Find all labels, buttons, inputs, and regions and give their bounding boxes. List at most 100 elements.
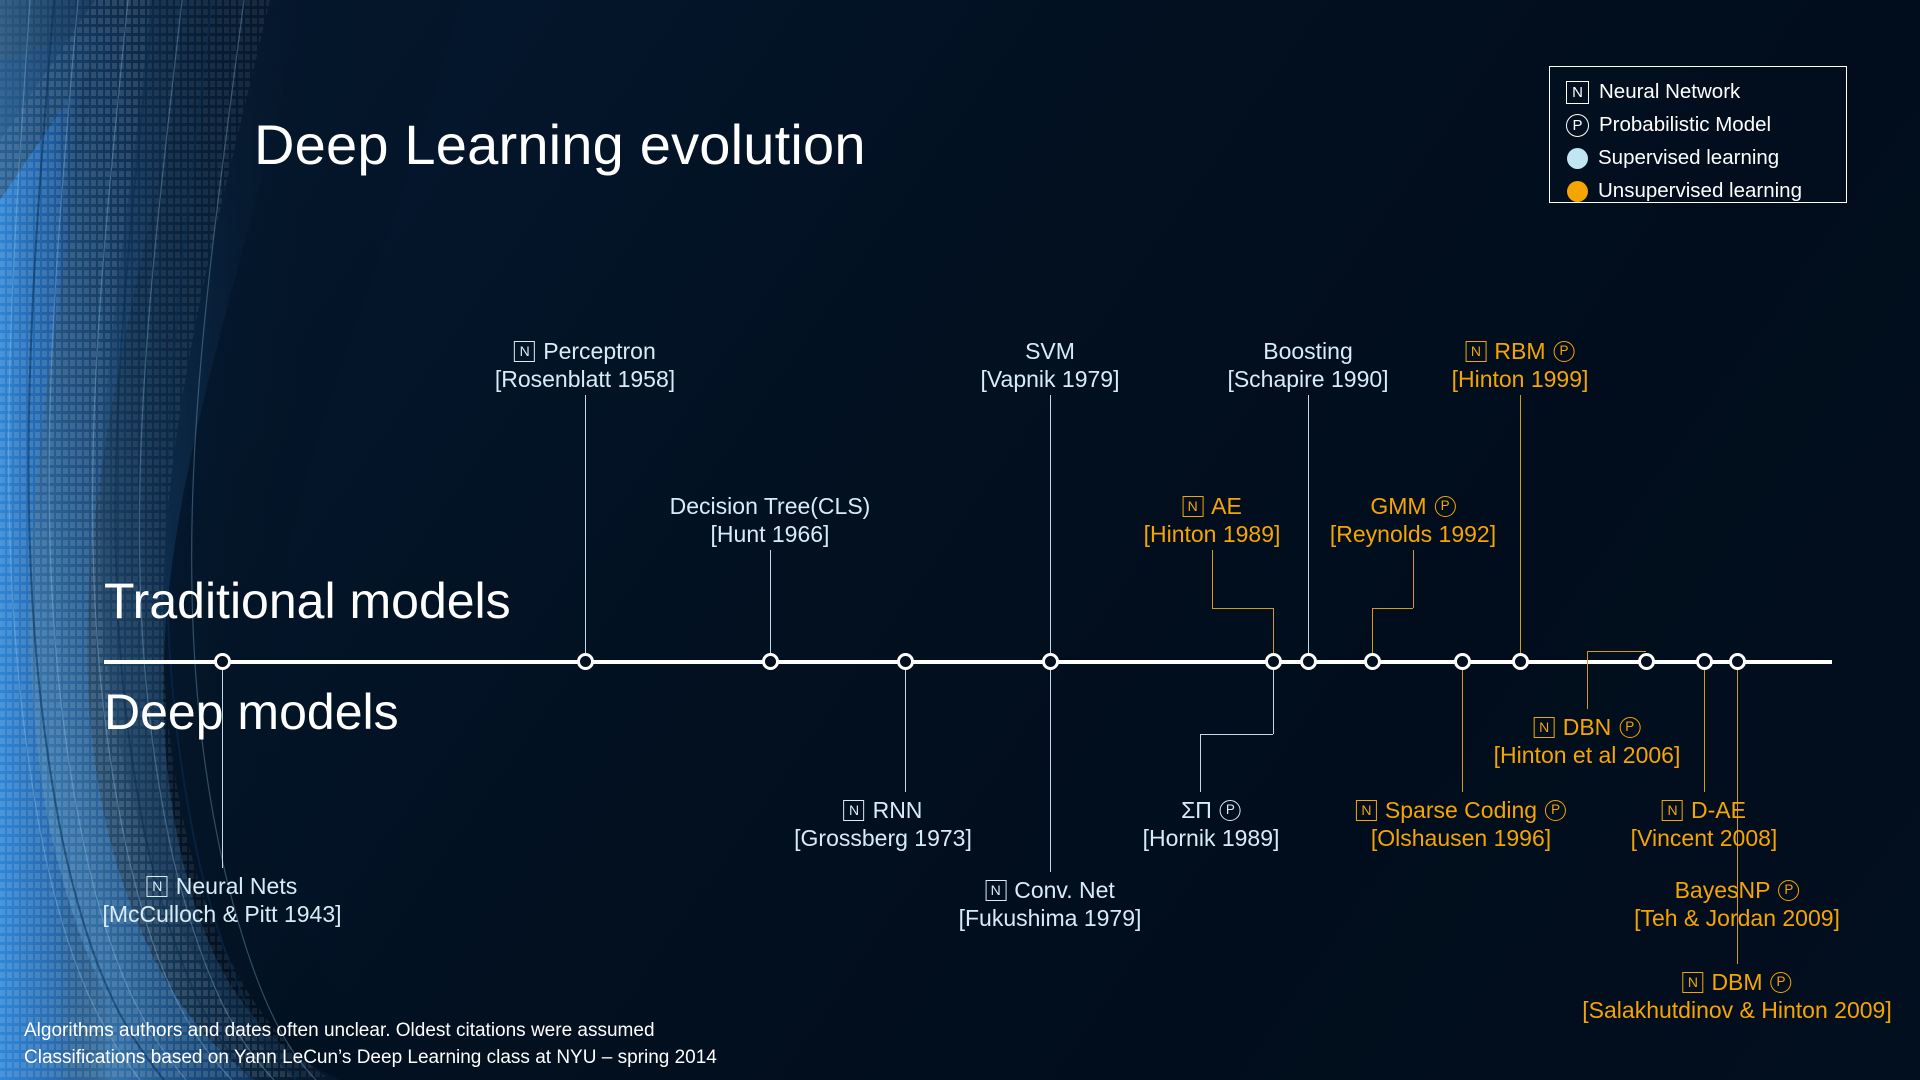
probabilistic-model-circle-icon: P — [1619, 716, 1641, 738]
leader-line-dbn-seg1 — [1587, 651, 1589, 709]
probabilistic-model-circle-icon: P — [1778, 879, 1800, 901]
event-title-row: N Neural Nets — [102, 872, 341, 900]
event-name: AE — [1211, 493, 1242, 519]
legend-label-supervised: Supervised learning — [1598, 146, 1780, 169]
event-citation: [Hinton 1989] — [1143, 521, 1281, 548]
legend-item-probabilistic-model: P Probabilistic Model — [1566, 110, 1846, 140]
event-label-boosting[interactable]: Boosting [Schapire 1990] — [1227, 337, 1388, 393]
leader-line-svm — [1050, 395, 1052, 660]
event-title-row: N DBN P — [1494, 713, 1681, 741]
leader-line-d-ae — [1704, 660, 1706, 792]
neural-network-box-icon: N — [146, 875, 168, 897]
timeline-node[interactable] — [1637, 653, 1655, 670]
event-name: DBM — [1711, 969, 1763, 995]
event-citation: [Hinton 1999] — [1451, 366, 1589, 393]
event-citation: [Hinton et al 2006] — [1493, 742, 1681, 769]
event-citation: [Teh & Jordan 2009] — [1634, 905, 1840, 932]
legend-item-supervised: Supervised learning — [1566, 143, 1846, 173]
probabilistic-model-circle-icon: P — [1434, 495, 1456, 517]
timeline-node[interactable] — [896, 653, 914, 670]
event-citation: [Hornik 1989] — [1142, 825, 1280, 852]
neural-network-box-icon: N — [1465, 340, 1487, 362]
neural-network-box-icon: N — [1682, 971, 1704, 993]
neural-network-box-icon: N — [1182, 495, 1204, 517]
event-name: RNN — [872, 797, 923, 823]
probabilistic-model-circle-icon: P — [1566, 113, 1589, 137]
event-citation: [Fukushima 1979] — [958, 905, 1142, 932]
event-label-sparse-coding[interactable]: N Sparse Coding P [Olshausen 1996] — [1355, 796, 1567, 852]
event-title-row: N RBM P — [1452, 337, 1589, 365]
legend-box: N Neural Network P Probabilistic Model S… — [1549, 66, 1847, 203]
neural-network-box-icon: N — [1566, 80, 1589, 104]
event-label-conv-net[interactable]: N Conv. Net [Fukushima 1979] — [959, 876, 1142, 932]
event-title-row: ΣΠ P — [1143, 796, 1280, 824]
timeline-node[interactable] — [1728, 653, 1746, 670]
timeline-node[interactable] — [1511, 653, 1529, 670]
event-label-dbm[interactable]: N DBM P [Salakhutdinov & Hinton 2009] — [1582, 968, 1891, 1024]
event-citation: [Rosenblatt 1958] — [494, 366, 676, 393]
event-citation: [McCulloch & Pitt 1943] — [102, 901, 342, 928]
neural-network-box-icon: N — [1355, 799, 1377, 821]
event-citation: [Vapnik 1979] — [980, 366, 1120, 393]
footer-line-2: Classifications based on Yann LeCun’s De… — [24, 1046, 717, 1068]
event-label-ae[interactable]: N AE [Hinton 1989] — [1144, 492, 1281, 548]
timeline-node[interactable] — [1695, 653, 1713, 670]
event-label-rbm[interactable]: N RBM P [Hinton 1999] — [1452, 337, 1589, 393]
event-title-row: SVM — [981, 337, 1120, 365]
event-citation: [Schapire 1990] — [1227, 366, 1389, 393]
timeline-node[interactable] — [1363, 653, 1381, 670]
neural-network-box-icon: N — [1662, 799, 1684, 821]
timeline-node[interactable] — [1041, 653, 1059, 670]
leader-line-perceptron — [585, 395, 587, 660]
timeline-node[interactable] — [576, 653, 594, 670]
event-title-row: N Sparse Coding P — [1355, 796, 1567, 824]
event-label-neural-nets[interactable]: N Neural Nets [McCulloch & Pitt 1943] — [102, 872, 341, 928]
event-title-row: N DBM P — [1582, 968, 1891, 996]
event-name: Perceptron — [543, 338, 656, 364]
legend-label-neural-network: Neural Network — [1599, 80, 1741, 103]
event-label-rnn[interactable]: N RNN [Grossberg 1973] — [794, 796, 972, 852]
event-citation: [Vincent 2008] — [1630, 825, 1778, 852]
timeline-node[interactable] — [1299, 653, 1317, 670]
leader-line-neural-nets — [222, 660, 224, 868]
footer-line-1: Algorithms authors and dates often uncle… — [24, 1020, 655, 1041]
leader-line-gmm-seg1 — [1413, 550, 1415, 608]
timeline-node[interactable] — [213, 653, 231, 670]
event-citation: [Olshausen 1996] — [1370, 825, 1552, 852]
event-citation: [Grossberg 1973] — [794, 825, 972, 852]
band-label-traditional-models: Traditional models — [104, 573, 511, 629]
event-label-perceptron[interactable]: N Perceptron [Rosenblatt 1958] — [495, 337, 675, 393]
footer-note: Algorithms authors and dates often uncle… — [24, 1018, 717, 1072]
event-title-row: N Conv. Net — [959, 876, 1142, 904]
probabilistic-model-circle-icon: P — [1770, 971, 1792, 993]
event-name: Boosting — [1263, 338, 1353, 364]
unsupervised-dot-icon — [1567, 180, 1588, 202]
event-label-svm[interactable]: SVM [Vapnik 1979] — [981, 337, 1120, 393]
event-name: D-AE — [1691, 797, 1746, 823]
leader-line-sigma-pi-seg1 — [1200, 734, 1202, 792]
supervised-dot-icon — [1567, 147, 1588, 169]
timeline-node[interactable] — [1264, 653, 1282, 670]
timeline-node[interactable] — [1453, 653, 1471, 670]
event-label-bayesnp[interactable]: BayesNP P [Teh & Jordan 2009] — [1634, 876, 1840, 932]
probabilistic-model-circle-icon: P — [1545, 799, 1567, 821]
legend-label-probabilistic-model: Probabilistic Model — [1599, 113, 1772, 136]
page-title: Deep Learning evolution — [254, 113, 866, 176]
leader-line-boosting — [1308, 395, 1310, 660]
event-label-d-ae[interactable]: N D-AE [Vincent 2008] — [1631, 796, 1778, 852]
event-title-row: N D-AE — [1631, 796, 1778, 824]
leader-line-ae-seg1 — [1212, 550, 1214, 608]
probabilistic-model-circle-icon: P — [1553, 340, 1575, 362]
event-label-gmm[interactable]: GMM P [Reynolds 1992] — [1330, 492, 1496, 548]
event-title-row: N AE — [1144, 492, 1281, 520]
slide-canvas: Deep Learning evolution N Neural Network… — [0, 0, 1920, 1080]
timeline-node[interactable] — [761, 653, 779, 670]
event-label-sigma-pi[interactable]: ΣΠ P [Hornik 1989] — [1143, 796, 1280, 852]
event-label-dbn[interactable]: N DBN P [Hinton et al 2006] — [1494, 713, 1681, 769]
event-label-decision-tree[interactable]: Decision Tree(CLS) [Hunt 1966] — [670, 492, 871, 548]
event-citation: [Reynolds 1992] — [1329, 521, 1497, 548]
leader-line-rbm — [1520, 395, 1522, 660]
band-label-deep-models: Deep models — [104, 684, 399, 740]
leader-line-gmm-seg2 — [1372, 608, 1413, 610]
leader-line-rnn — [905, 660, 907, 792]
